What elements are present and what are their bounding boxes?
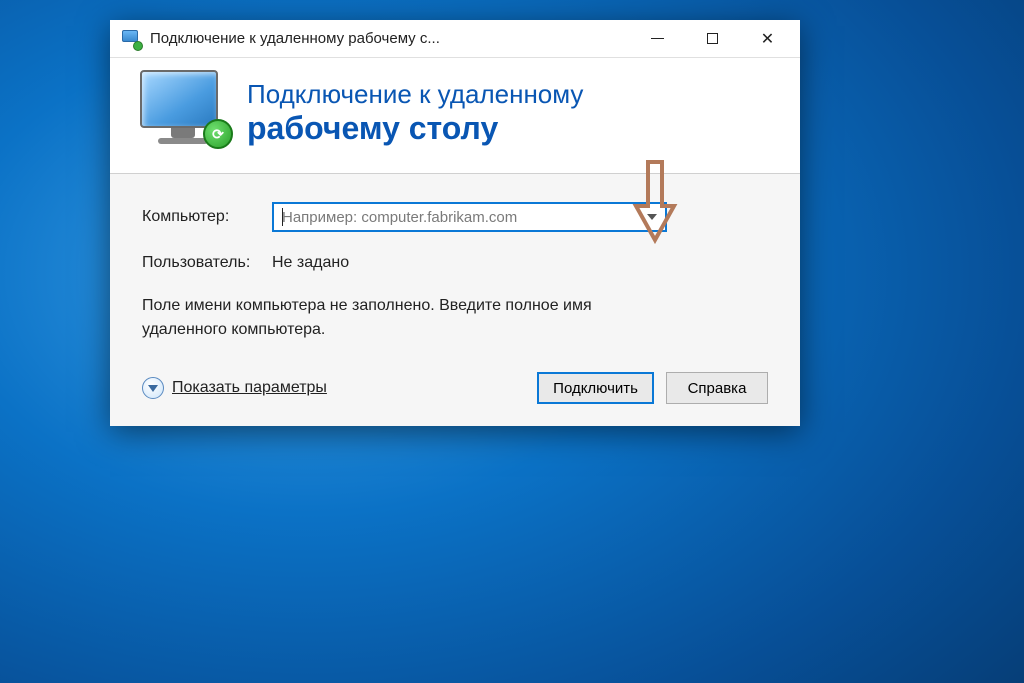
user-field-row: Пользователь: Не задано [142,254,768,272]
minimize-button[interactable] [630,24,685,54]
chevron-down-icon[interactable] [645,210,659,224]
connect-button[interactable]: Подключить [537,372,654,404]
user-label: Пользователь: [142,254,272,272]
computer-combobox[interactable] [272,202,667,232]
desktop-background: Подключение к удаленному рабочему с... П… [0,0,1024,683]
window-header: Подключение к удаленному рабочему столу [110,58,800,174]
window-body: Компьютер: Пользователь: Не задано Поле … [110,174,800,426]
computer-field-row: Компьютер: [142,202,768,232]
window-footer: Показать параметры Подключить Справка [142,372,768,404]
header-line-1: Подключение к удаленному [247,79,583,110]
chevron-down-circle-icon [142,377,164,399]
header-line-2: рабочему столу [247,110,583,147]
text-cursor [282,208,283,226]
computer-input[interactable] [282,209,645,226]
close-button[interactable] [740,24,795,54]
app-icon [122,30,140,48]
hint-text: Поле имени компьютера не заполнено. Введ… [142,294,662,342]
close-icon [761,29,774,49]
window-titlebar[interactable]: Подключение к удаленному рабочему с... [110,20,800,58]
user-value: Не задано [272,254,349,272]
maximize-button[interactable] [685,24,740,54]
rdp-connection-window: Подключение к удаленному рабочему с... П… [110,20,800,426]
header-title: Подключение к удаленному рабочему столу [247,79,583,147]
show-options-label: Показать параметры [172,379,327,397]
show-options-toggle[interactable]: Показать параметры [142,377,327,399]
computer-label: Компьютер: [142,208,272,226]
window-controls [630,24,795,54]
rdp-monitor-icon [140,70,225,155]
window-title: Подключение к удаленному рабочему с... [150,30,630,47]
help-button[interactable]: Справка [666,372,768,404]
